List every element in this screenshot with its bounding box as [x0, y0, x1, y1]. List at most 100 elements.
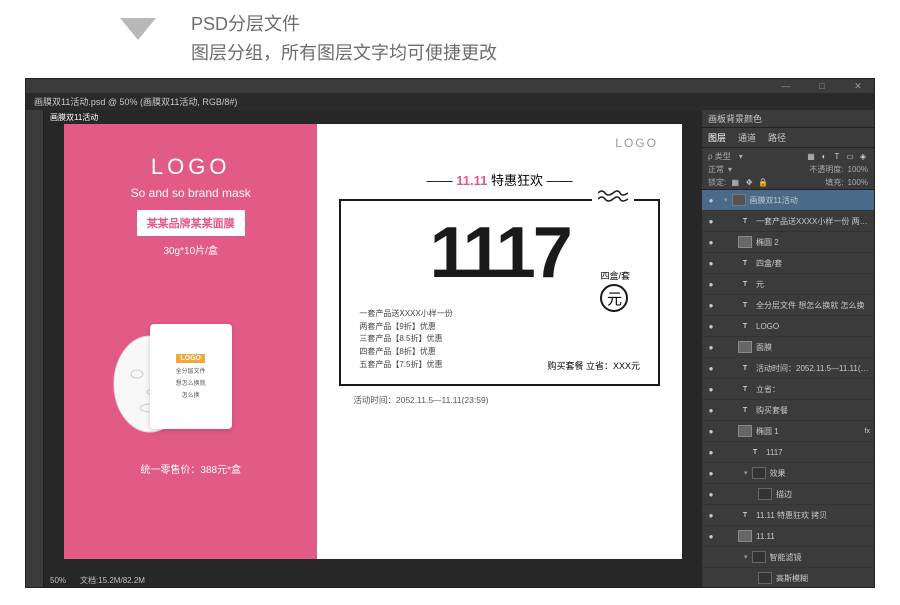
- layer-item[interactable]: ● 11.11: [702, 526, 874, 547]
- layer-item[interactable]: ●T活动时间：2052.11.5—11.11(23:59...: [702, 358, 874, 379]
- visibility-toggle[interactable]: ●: [706, 238, 716, 247]
- expand-arrow[interactable]: ▾: [744, 469, 748, 477]
- layer-name[interactable]: 购买套餐: [756, 405, 870, 416]
- zoom-level[interactable]: 50%: [50, 576, 66, 585]
- lock-pixels-icon[interactable]: ▦: [730, 178, 740, 188]
- layer-item[interactable]: ● T元: [702, 274, 874, 295]
- design-right-panel: LOGO —— 11.11 特惠狂欢 —— 1117 四盒/套 元 一套: [317, 124, 682, 559]
- layer-item[interactable]: ● 面膜: [702, 337, 874, 358]
- filter-pixel-icon[interactable]: ▦: [806, 152, 816, 162]
- layer-name[interactable]: 画膜双11活动: [750, 195, 870, 206]
- visibility-toggle[interactable]: ●: [706, 259, 716, 268]
- visibility-toggle[interactable]: ●: [706, 490, 716, 499]
- filter-text-icon[interactable]: T: [832, 152, 842, 162]
- visibility-toggle[interactable]: ●: [706, 322, 716, 331]
- visibility-toggle[interactable]: ●: [706, 532, 716, 541]
- blend-mode-select[interactable]: 正常: [708, 164, 724, 175]
- layer-name[interactable]: 全分层文件 想怎么换就 怎么换: [756, 300, 870, 311]
- fill-value[interactable]: 100%: [848, 178, 868, 187]
- layer-item[interactable]: ● T LOGO: [702, 316, 874, 337]
- visibility-toggle[interactable]: ●: [706, 427, 716, 436]
- close-button[interactable]: ✕: [846, 81, 870, 91]
- visibility-toggle[interactable]: ●: [706, 448, 716, 457]
- layer-name[interactable]: 四盒/套: [756, 258, 870, 269]
- layer-item[interactable]: ●T四盒/套: [702, 253, 874, 274]
- layer-item[interactable]: ●T全分层文件 想怎么换就 怎么换: [702, 295, 874, 316]
- visibility-toggle[interactable]: ●: [706, 385, 716, 394]
- layer-name[interactable]: 活动时间：2052.11.5—11.11(23:59...: [756, 363, 870, 374]
- layer-thumbnail: [738, 341, 752, 353]
- document-tab[interactable]: 画膜双11活动.psd @ 50% (画膜双11活动, RGB/8#): [34, 95, 237, 108]
- layer-name[interactable]: 面膜: [756, 342, 870, 353]
- layer-filter[interactable]: ρ 类型: [708, 151, 731, 162]
- layer-item[interactable]: ● T 立省：: [702, 379, 874, 400]
- layer-name[interactable]: 效果: [770, 468, 870, 479]
- layer-thumbnail: T: [738, 404, 752, 416]
- tab-layers[interactable]: 图层: [708, 131, 726, 144]
- layer-name[interactable]: 元: [756, 279, 870, 290]
- layer-thumbnail: T: [738, 383, 752, 395]
- layer-name[interactable]: 11.11 特惠狂欢 拷贝: [756, 510, 870, 521]
- canvas-statusbar: 50% 文档:15.2M/82.2M: [44, 573, 702, 587]
- layer-item[interactable]: ● 描边: [702, 484, 874, 505]
- layer-item[interactable]: 高斯模糊: [702, 568, 874, 587]
- product-packet: LOGO 全分层文件 想怎么换就 怎么换: [150, 324, 232, 429]
- discount-item: 一套产品送XXXX小样一份: [359, 308, 640, 321]
- layer-name[interactable]: 高斯模糊: [776, 573, 870, 584]
- layer-item[interactable]: ● 椭圆 2: [702, 232, 874, 253]
- page-header: PSD分层文件 图层分组，所有图层文字均可便捷更改: [0, 0, 900, 88]
- right-logo: LOGO: [615, 136, 658, 150]
- expand-arrow[interactable]: ▾: [744, 553, 748, 561]
- panel-tabs: 图层 通道 路径: [702, 128, 874, 148]
- canvas-area[interactable]: 画膜双11活动 LOGO So and so brand mask 某某品牌某某…: [44, 110, 702, 587]
- layer-name[interactable]: 立省：: [756, 384, 870, 395]
- design-subtitle: So and so brand mask: [82, 186, 299, 200]
- visibility-toggle[interactable]: ●: [706, 469, 716, 478]
- layer-item[interactable]: ● ▾ 效果: [702, 463, 874, 484]
- lock-all-icon[interactable]: 🔒: [758, 178, 768, 188]
- layer-item[interactable]: ●T11.11 特惠狂欢 拷贝: [702, 505, 874, 526]
- filter-adjust-icon[interactable]: ◐: [819, 152, 829, 162]
- layer-name[interactable]: 椭圆 2: [756, 237, 870, 248]
- layer-item[interactable]: ● ▾ 画膜双11活动: [702, 190, 874, 211]
- visibility-toggle[interactable]: ●: [706, 301, 716, 310]
- right-panel-dock: 画板背景颜色 图层 通道 路径 ρ 类型 ▾ ▦ ◐ T: [702, 110, 874, 587]
- layer-name[interactable]: 椭圆 1: [756, 426, 861, 437]
- layer-item[interactable]: ●T一套产品送XXXX小样一份 两套产...: [702, 211, 874, 232]
- tools-panel[interactable]: [26, 110, 44, 587]
- tab-channels[interactable]: 通道: [738, 131, 756, 144]
- big-price: 1117: [359, 221, 640, 286]
- filter-shape-icon[interactable]: ▭: [845, 152, 855, 162]
- opacity-value[interactable]: 100%: [848, 165, 868, 174]
- visibility-toggle[interactable]: ●: [706, 217, 716, 226]
- minimize-button[interactable]: —: [774, 81, 798, 91]
- maximize-button[interactable]: □: [810, 81, 834, 91]
- layer-thumbnail: T: [738, 320, 752, 332]
- spec-text: 30g*10片/盒: [82, 242, 299, 257]
- layer-name[interactable]: 一套产品送XXXX小样一份 两套产...: [756, 216, 870, 227]
- layer-item[interactable]: ▾ 智能滤镜: [702, 547, 874, 568]
- visibility-toggle[interactable]: ●: [706, 511, 716, 520]
- layer-item[interactable]: ●T1117: [702, 442, 874, 463]
- layer-name[interactable]: LOGO: [756, 322, 870, 331]
- visibility-toggle[interactable]: ●: [706, 280, 716, 289]
- window-titlebar: — □ ✕: [26, 79, 874, 93]
- visibility-toggle[interactable]: ●: [706, 343, 716, 352]
- fx-badge: fx: [865, 428, 870, 435]
- layer-name[interactable]: 11.11: [756, 532, 870, 541]
- visibility-toggle[interactable]: ●: [706, 196, 716, 205]
- layer-item[interactable]: ● 椭圆 1 fx: [702, 421, 874, 442]
- layer-item[interactable]: ● T 购买套餐: [702, 400, 874, 421]
- tab-paths[interactable]: 路径: [768, 131, 786, 144]
- expand-arrow[interactable]: ▾: [724, 196, 728, 204]
- filter-smart-icon[interactable]: ◈: [858, 152, 868, 162]
- layer-name[interactable]: 描边: [776, 489, 870, 500]
- layer-thumbnail: T: [738, 278, 752, 290]
- header-line2: 图层分组，所有图层文字均可便捷更改: [191, 39, 497, 68]
- layer-name[interactable]: 智能滤镜: [770, 552, 870, 563]
- doc-size: 文档:15.2M/82.2M: [80, 575, 145, 586]
- lock-position-icon[interactable]: ✥: [744, 178, 754, 188]
- visibility-toggle[interactable]: ●: [706, 406, 716, 415]
- visibility-toggle[interactable]: ●: [706, 364, 716, 373]
- layer-name[interactable]: 1117: [766, 448, 870, 457]
